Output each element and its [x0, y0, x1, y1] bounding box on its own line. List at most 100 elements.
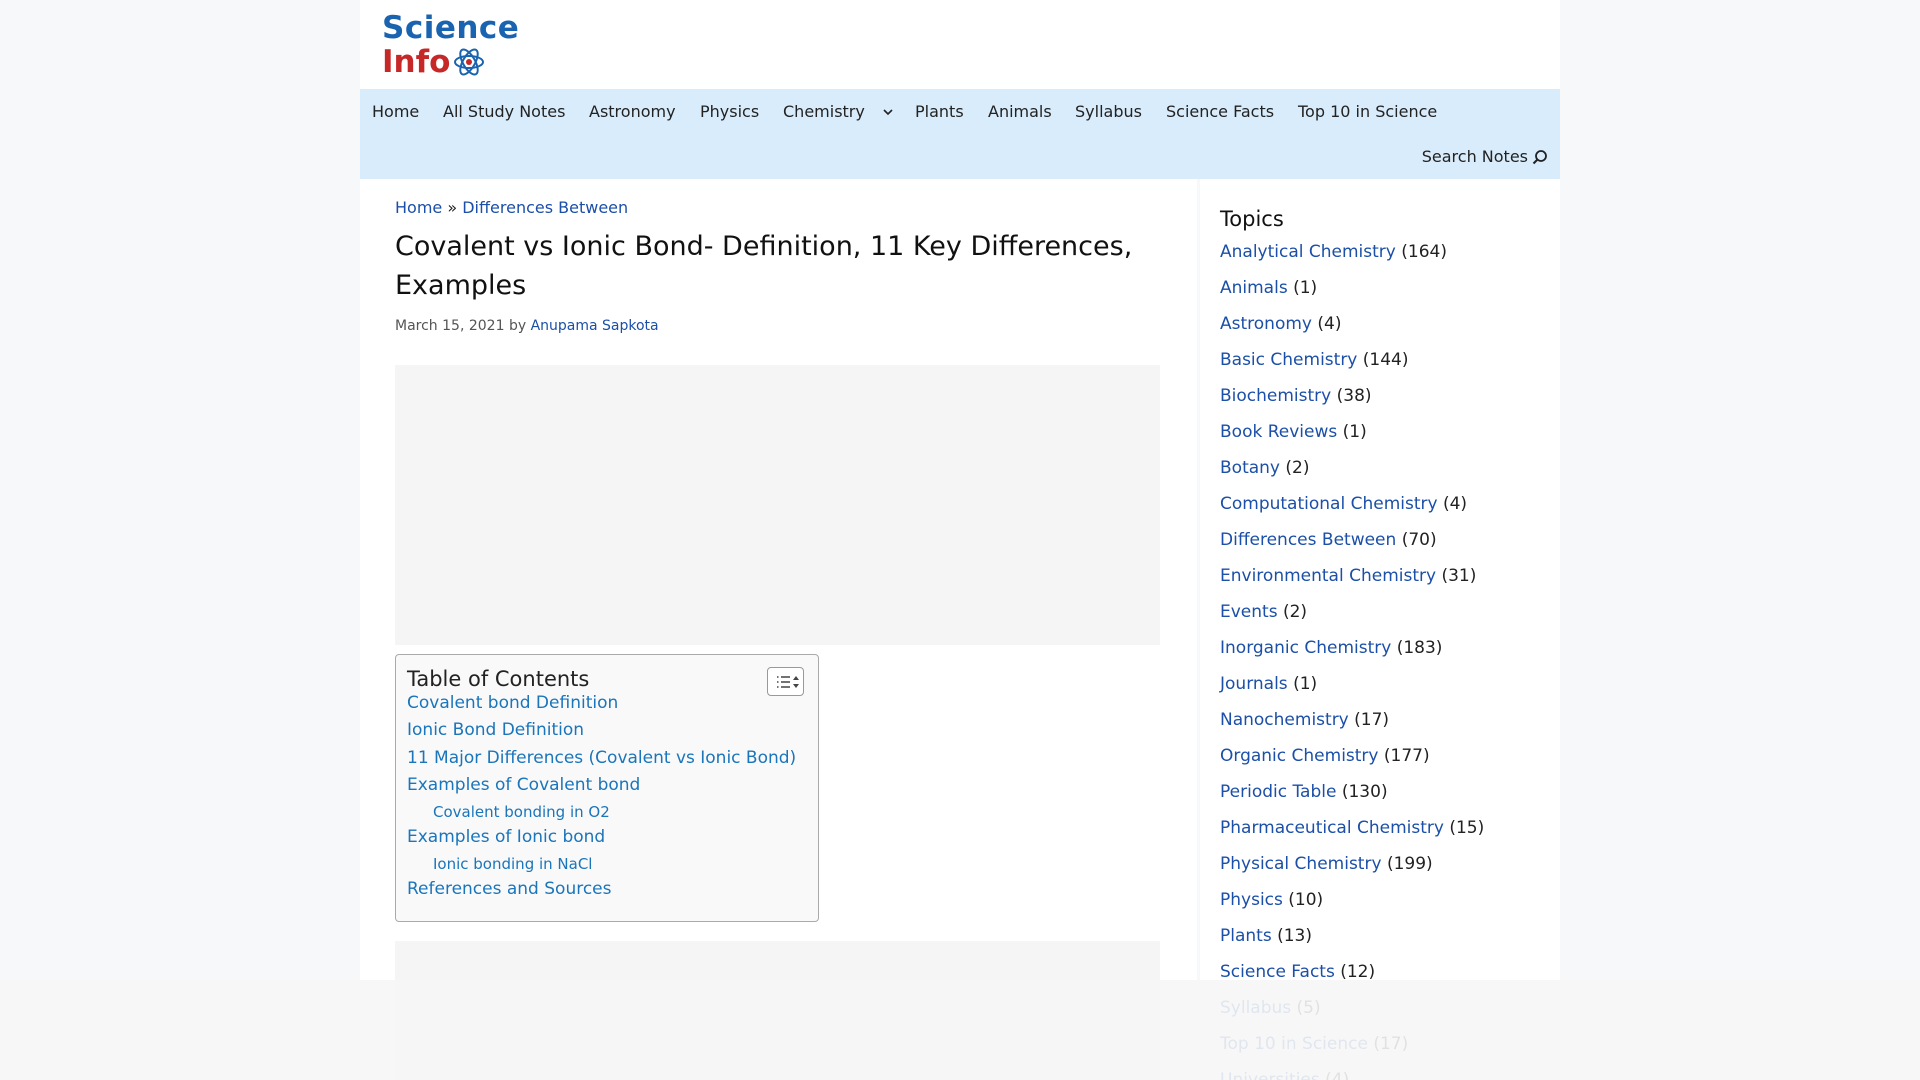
site-header: Science Info: [360, 0, 1560, 89]
list-item: Basic Chemistry (144): [1220, 348, 1409, 372]
category-count: (38): [1336, 386, 1372, 406]
category-link[interactable]: Book Reviews: [1220, 422, 1337, 442]
category-link[interactable]: Differences Between: [1220, 530, 1396, 550]
category-link[interactable]: Botany: [1220, 458, 1280, 478]
category-link[interactable]: Pharmaceutical Chemistry: [1220, 818, 1444, 838]
list-item: Book Reviews (1): [1220, 420, 1367, 444]
category-count: (183): [1396, 638, 1443, 658]
list-item: Analytical Chemistry (164): [1220, 240, 1447, 264]
article-content: Home » Differences Between Covalent vs I…: [360, 179, 1197, 1080]
breadcrumb: Home » Differences Between: [395, 197, 628, 219]
list-item: Physics (10): [1220, 888, 1323, 912]
category-count: (10): [1288, 890, 1324, 910]
breadcrumb-separator: »: [447, 198, 458, 217]
category-link[interactable]: Journals: [1220, 674, 1288, 694]
nav-animals[interactable]: Animals: [988, 101, 1052, 123]
category-count: (17): [1354, 710, 1390, 730]
sidebar-title: Topics: [1220, 207, 1284, 231]
category-link[interactable]: Basic Chemistry: [1220, 350, 1357, 370]
list-item: Organic Chemistry (177): [1220, 744, 1430, 768]
page-title: Covalent vs Ionic Bond- Definition, 11 K…: [395, 231, 1133, 301]
category-count: (4): [1442, 494, 1468, 514]
site-logo[interactable]: Science Info: [382, 11, 519, 80]
toc-link-ionic-examples[interactable]: Examples of Ionic bond: [407, 825, 605, 849]
nav-syllabus[interactable]: Syllabus: [1075, 101, 1142, 123]
nav-science-facts[interactable]: Science Facts: [1166, 101, 1274, 123]
category-count: (1): [1342, 422, 1367, 442]
toc-title: Table of Contents: [407, 667, 590, 691]
toc-link-ionic-nacl[interactable]: Ionic bonding in NaCl: [433, 852, 592, 876]
toc-link-covalent-o2[interactable]: Covalent bonding in O2: [433, 800, 610, 824]
chevron-down-icon: [883, 109, 893, 116]
nav-astronomy[interactable]: Astronomy: [589, 101, 676, 123]
category-count: (177): [1383, 746, 1430, 766]
category-count: (31): [1441, 566, 1477, 586]
nav-all-study-notes[interactable]: All Study Notes: [443, 101, 565, 123]
category-count: (1): [1293, 278, 1318, 298]
category-link[interactable]: Analytical Chemistry: [1220, 242, 1396, 262]
search-icon: [1532, 150, 1547, 165]
nav-chemistry[interactable]: Chemistry: [783, 101, 894, 123]
category-link[interactable]: Astronomy: [1220, 314, 1312, 334]
list-item: Journals (1): [1220, 672, 1317, 696]
breadcrumb-category[interactable]: Differences Between: [462, 198, 628, 217]
list-item: Pharmaceutical Chemistry (15): [1220, 816, 1484, 840]
logo-text-info: Info: [382, 44, 451, 80]
list-item: Environmental Chemistry (31): [1220, 564, 1476, 588]
category-link[interactable]: Plants: [1220, 926, 1272, 946]
category-link[interactable]: Events: [1220, 602, 1278, 622]
toc-link-covalent-definition[interactable]: Covalent bond Definition: [407, 691, 618, 715]
nav-plants[interactable]: Plants: [915, 101, 964, 123]
search-notes-label: Search Notes: [1421, 147, 1528, 166]
list-item: Physical Chemistry (199): [1220, 852, 1433, 876]
nav-top-10-in-science[interactable]: Top 10 in Science: [1298, 101, 1437, 123]
category-count: (15): [1449, 818, 1485, 838]
list-item: Differences Between (70): [1220, 528, 1437, 552]
category-count: (164): [1401, 242, 1447, 262]
category-count: (199): [1386, 854, 1433, 874]
category-count: (144): [1362, 350, 1409, 370]
list-toggle-icon: [777, 676, 799, 688]
logo-text-science: Science: [382, 10, 520, 46]
post-date: March 15, 2021: [395, 318, 505, 334]
category-link[interactable]: Physical Chemistry: [1220, 854, 1382, 874]
category-count: (2): [1282, 602, 1308, 622]
ad-placeholder-top: [395, 365, 1160, 645]
category-link[interactable]: Science Facts: [1220, 962, 1335, 982]
category-count: (12): [1340, 962, 1376, 982]
category-link[interactable]: Organic Chemistry: [1220, 746, 1379, 766]
toc-link-ionic-definition[interactable]: Ionic Bond Definition: [407, 718, 584, 742]
category-link[interactable]: Biochemistry: [1220, 386, 1331, 406]
toc-toggle-button[interactable]: [767, 667, 804, 696]
table-of-contents: Table of Contents Covalent bond Definiti…: [395, 654, 819, 922]
breadcrumb-home[interactable]: Home: [395, 198, 442, 217]
toc-link-major-differences[interactable]: 11 Major Differences (Covalent vs Ionic …: [407, 746, 796, 770]
nav-home[interactable]: Home: [372, 101, 419, 123]
category-link[interactable]: Periodic Table: [1220, 782, 1336, 802]
category-count: (70): [1401, 530, 1437, 550]
category-link[interactable]: Physics: [1220, 890, 1283, 910]
toc-link-references[interactable]: References and Sources: [407, 877, 612, 901]
category-link[interactable]: Computational Chemistry: [1220, 494, 1438, 514]
list-item: Inorganic Chemistry (183): [1220, 636, 1442, 660]
category-count: (13): [1277, 926, 1313, 946]
category-count: (4): [1317, 314, 1342, 334]
list-item: Nanochemistry (17): [1220, 708, 1389, 732]
post-author[interactable]: Anupama Sapkota: [531, 318, 659, 334]
category-link[interactable]: Environmental Chemistry: [1220, 566, 1436, 586]
category-count: (2): [1285, 458, 1310, 478]
category-link[interactable]: Animals: [1220, 278, 1288, 298]
list-item: Botany (2): [1220, 456, 1309, 480]
list-item: Animals (1): [1220, 276, 1317, 300]
sticky-ad-bar: [0, 980, 1920, 1080]
nav-physics[interactable]: Physics: [700, 101, 759, 123]
search-notes-button[interactable]: Search Notes: [1422, 146, 1548, 168]
category-link[interactable]: Inorganic Chemistry: [1220, 638, 1391, 658]
list-item: Events (2): [1220, 600, 1307, 624]
list-item: Periodic Table (130): [1220, 780, 1388, 804]
list-item: Astronomy (4): [1220, 312, 1341, 336]
category-count: (1): [1293, 674, 1318, 694]
toc-link-covalent-examples[interactable]: Examples of Covalent bond: [407, 773, 640, 797]
category-link[interactable]: Nanochemistry: [1220, 710, 1349, 730]
nav-chemistry-label: Chemistry: [783, 102, 865, 121]
